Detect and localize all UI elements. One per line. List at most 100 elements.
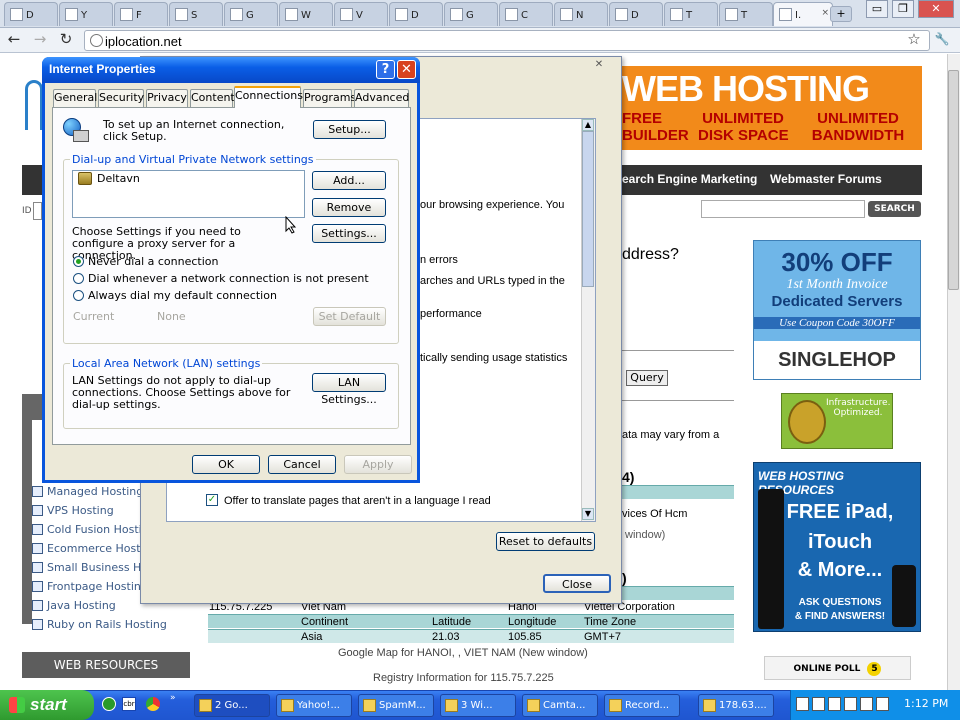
site-search-input[interactable] [701,200,865,218]
taskbar-item[interactable]: 3 Wi... [440,694,516,717]
tab-favicon-icon [560,8,573,21]
ad-text: & More... [797,559,883,581]
reset-to-defaults-button[interactable]: Reset to defaults [496,532,595,551]
online-poll-box[interactable]: ONLINE POLL 5 [764,656,911,680]
maximize-button[interactable]: ❐ [892,0,914,18]
radio-always-dial[interactable] [73,290,84,301]
connection-entry[interactable]: Deltavn [97,173,140,185]
window-close-button[interactable]: ✕ [918,0,954,18]
tab-general[interactable]: General [53,89,97,107]
ad-text: 1st Month Invoice [786,277,888,292]
settings-button[interactable]: Settings... [312,224,386,243]
browser-tab[interactable]: G [224,2,278,26]
query-button[interactable]: Query [626,370,668,386]
ad-text: & FIND ANSWERS! [794,611,886,622]
quicklaunch-icon[interactable] [102,697,116,711]
chrome-icon[interactable] [146,697,160,711]
browser-tab[interactable]: G [444,2,498,26]
site-search-button[interactable]: SEARCH [868,201,921,217]
radio-dial-whenever[interactable] [73,273,84,284]
back-button[interactable]: ← [6,32,22,48]
site-logo-icon [25,80,43,130]
scroll-up-icon[interactable]: ▲ [582,119,594,131]
table-cell: 21.03 [432,631,460,643]
browser-tab[interactable]: D [389,2,443,26]
web-hosting-resources-ad[interactable]: WEB HOSTING RESOURCES FREE iPad, iTouch … [753,462,921,632]
browser-tab[interactable]: S [169,2,223,26]
google-map-link[interactable]: Google Map for HANOI, , VIET NAM (New wi… [338,647,588,659]
forward-button[interactable]: → [32,32,48,48]
new-tab-button[interactable]: + [830,6,852,22]
singlehop-ad[interactable]: 30% OFF 1st Month Invoice Dedicated Serv… [753,240,921,380]
tray-icon[interactable] [812,697,825,711]
taskbar-item[interactable]: 178.63.... [698,694,774,717]
browser-tab[interactable]: V [334,2,388,26]
set-default-button[interactable]: Set Default [313,307,386,326]
browser-tab[interactable]: C [499,2,553,26]
nav-search-engine-marketing[interactable]: Search Engine Marketing [614,172,757,186]
cancel-button[interactable]: Cancel [268,455,336,474]
taskbar-item[interactable]: SpamM... [358,694,434,717]
taskbar-item[interactable]: Record... [604,694,680,717]
browser-tab[interactable]: W [279,2,333,26]
link-ruby-hosting[interactable]: Ruby on Rails Hosting [47,618,167,631]
dialog-close-button[interactable]: ✕ [397,60,416,79]
radio-always-dial-label[interactable]: Always dial my default connection [88,290,277,302]
quicklaunch-icon[interactable]: cbr [122,697,136,711]
wrench-menu-icon[interactable]: 🔧 [934,32,950,48]
translate-checkbox[interactable]: ✓ [206,494,218,506]
radio-never-dial-label[interactable]: Never dial a connection [88,256,218,268]
browser-tab[interactable]: F [114,2,168,26]
remove-button[interactable]: Remove [312,198,386,217]
browser-tab[interactable]: D [4,2,58,26]
text-fragment: vices Of Hcm [622,508,688,520]
tray-icon[interactable] [796,697,809,711]
link-vps-hosting[interactable]: VPS Hosting [47,504,114,517]
tab-security[interactable]: Security [98,89,144,107]
left-input[interactable] [33,202,42,220]
options-close-button[interactable]: Close [543,574,611,593]
close-icon[interactable]: ✕ [585,57,613,73]
tab-advanced[interactable]: Advanced [354,89,409,107]
tray-icon[interactable] [876,697,889,711]
browser-tab[interactable]: N [554,2,608,26]
tray-icon[interactable] [844,697,857,711]
tab-active[interactable]: I. × [773,2,833,26]
taskbar-item[interactable]: Camta... [522,694,598,717]
taskbar-item[interactable]: 2 Go... [194,694,270,717]
apply-button[interactable]: Apply [344,455,412,474]
reload-button[interactable]: ↻ [58,32,74,48]
tab-privacy[interactable]: Privacy [146,89,188,107]
link-managed-hosting[interactable]: Managed Hosting [47,485,143,498]
help-button[interactable]: ? [376,60,395,79]
infrastructure-ad[interactable]: Infrastructure. Optimized. [781,393,893,449]
lan-settings-button[interactable]: LAN Settings... [312,373,386,406]
web-hosting-banner[interactable]: WEB HOSTING FREE BUILDER UNLIMITED DISK … [622,66,922,150]
quicklaunch-chevron-icon[interactable]: » [170,693,176,703]
link-java-hosting[interactable]: Java Hosting [47,599,116,612]
ok-button[interactable]: OK [192,455,260,474]
address-bar[interactable]: iplocation.net [84,30,930,51]
browser-tab[interactable]: T [719,2,773,26]
options-scroll-thumb[interactable] [582,131,594,287]
registry-info-link[interactable]: Registry Information for 115.75.7.225 [373,672,554,684]
tab-connections[interactable]: Connections [234,86,303,108]
tray-icon[interactable] [828,697,841,711]
close-tab-icon[interactable]: × [821,8,829,18]
nav-webmaster-forums[interactable]: Webmaster Forums [770,172,882,186]
tab-content[interactable]: Content [190,89,235,107]
add-button[interactable]: Add... [312,171,386,190]
page-scroll-thumb[interactable] [948,70,959,290]
radio-never-dial[interactable] [73,256,84,267]
browser-tab[interactable]: D [609,2,663,26]
taskbar-item[interactable]: Yahoo!... [276,694,352,717]
radio-dial-whenever-label[interactable]: Dial whenever a network connection is no… [88,273,369,285]
tray-icon[interactable] [860,697,873,711]
tab-programs[interactable]: Programs [303,89,356,107]
minimize-button[interactable]: ▭ [866,0,888,18]
setup-button[interactable]: Setup... [313,120,386,139]
scroll-down-icon[interactable]: ▼ [582,508,594,520]
bookmark-star-icon[interactable]: ☆ [906,32,922,48]
browser-tab[interactable]: T [664,2,718,26]
browser-tab[interactable]: Y [59,2,113,26]
